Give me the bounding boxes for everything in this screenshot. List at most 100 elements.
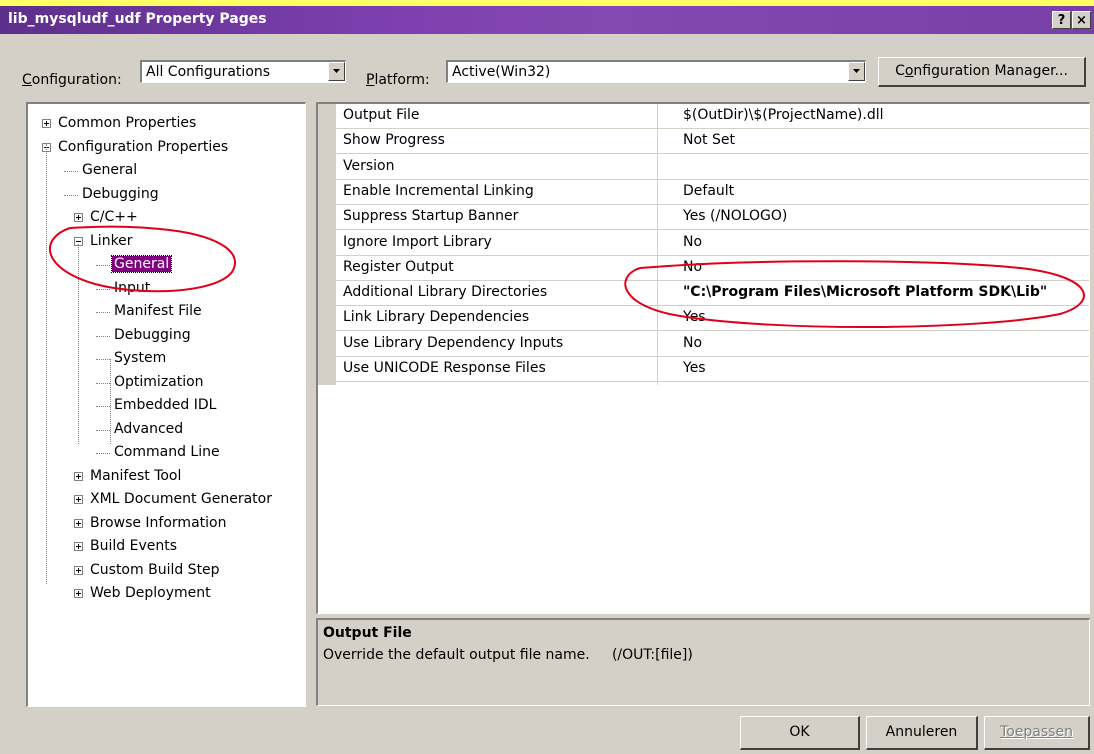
property-value[interactable]: Yes: [683, 360, 706, 376]
tree-connector: [96, 453, 110, 454]
chevron-down-icon[interactable]: [848, 62, 865, 81]
platform-label-accel: P: [366, 72, 375, 88]
tree-connector: [96, 288, 110, 290]
property-value[interactable]: No: [683, 259, 702, 275]
expand-icon[interactable]: [74, 565, 83, 575]
tree-item-label: System: [114, 350, 167, 366]
title-bar: lib_mysqludf_udf Property Pages ? ×: [0, 6, 1094, 34]
tree-item-label: Debugging: [82, 185, 159, 202]
tree-item-label: Manifest File: [114, 303, 202, 319]
property-value[interactable]: No: [683, 335, 702, 351]
configuration-label: Configuration:: [22, 72, 122, 88]
tree-connector: [96, 429, 110, 431]
tree-item-label: Manifest Tool: [90, 467, 182, 484]
window-title: lib_mysqludf_udf Property Pages: [8, 11, 267, 27]
tree-connector: [96, 335, 110, 337]
property-row[interactable]: Enable Incremental Linking Default: [336, 180, 1089, 205]
expand-icon[interactable]: [74, 518, 83, 528]
description-title: Output File: [323, 625, 412, 641]
platform-value: Active(Win32): [452, 64, 551, 80]
expand-icon[interactable]: [74, 213, 83, 222]
platform-dropdown[interactable]: Active(Win32): [446, 60, 866, 83]
tree-item-label: Configuration Properties: [58, 138, 229, 155]
property-name: Show Progress: [343, 132, 445, 149]
tree-item-label: Web Deployment: [90, 585, 211, 601]
configuration-label-accel: C: [22, 72, 32, 88]
configuration-manager-button[interactable]: Configuration Manager...: [878, 57, 1086, 87]
property-name: Use UNICODE Response Files: [343, 360, 546, 376]
property-name: Output File: [343, 107, 420, 123]
apply-label: Toepassen: [1000, 724, 1073, 740]
property-name: Suppress Startup Banner: [343, 208, 519, 225]
tree-item-label: Custom Build Step: [90, 561, 220, 578]
tree-item-label: Embedded IDL: [114, 397, 217, 413]
tree-connector: [96, 312, 110, 313]
expand-icon[interactable]: [42, 119, 51, 128]
tree-connector: [46, 144, 47, 584]
property-value[interactable]: $(OutDir)\$(ProjectName).dll: [683, 107, 884, 123]
property-row[interactable]: Link Library Dependencies Yes: [336, 306, 1089, 332]
tree-item-label: Build Events: [90, 538, 177, 554]
property-row[interactable]: Show Progress Not Set: [336, 129, 1089, 155]
cancel-button[interactable]: Annuleren: [866, 716, 978, 750]
tree-item-label: Optimization: [114, 373, 204, 390]
tree-item-label: General: [110, 255, 173, 273]
property-name: Link Library Dependencies: [343, 309, 530, 326]
expand-icon[interactable]: [74, 589, 83, 598]
expand-icon[interactable]: [74, 542, 83, 551]
tree-connector: [64, 171, 78, 172]
property-row[interactable]: Suppress Startup Banner Yes (/NOLOGO): [336, 205, 1089, 231]
property-name: Enable Incremental Linking: [343, 182, 534, 199]
property-value[interactable]: Default: [683, 183, 734, 199]
apply-button[interactable]: Toepassen: [984, 716, 1090, 750]
tree-connector: [96, 406, 110, 407]
tree-item-label: Linker: [90, 232, 133, 249]
property-name: Ignore Import Library: [343, 233, 492, 250]
property-name: Additional Library Directories: [343, 284, 548, 301]
property-row[interactable]: Version: [336, 155, 1089, 180]
expand-icon[interactable]: [74, 495, 83, 504]
grid-gutter: [318, 104, 336, 385]
platform-label: Platform:: [366, 72, 430, 88]
expand-icon[interactable]: [74, 471, 83, 481]
tree-item-label: Input: [114, 279, 151, 296]
property-value[interactable]: Yes: [683, 309, 706, 325]
chevron-down-icon[interactable]: [328, 62, 345, 81]
property-name: Register Output: [343, 258, 454, 275]
tree-item-label: Common Properties: [58, 115, 197, 131]
property-pages-dialog: lib_mysqludf_udf Property Pages ? × Conf…: [0, 6, 1094, 754]
tree-connector: [96, 265, 110, 266]
ok-button[interactable]: OK: [740, 716, 860, 750]
tree-connector: [110, 359, 111, 444]
tree-item-label: Browse Information: [90, 514, 227, 531]
configuration-dropdown[interactable]: All Configurations: [140, 60, 346, 83]
tree-connector: [96, 382, 110, 384]
tree-item-label: Advanced: [114, 420, 184, 437]
property-name: Version: [343, 157, 395, 174]
property-tree: Common Properties Configuration Propertie…: [26, 102, 306, 707]
property-row[interactable]: Use UNICODE Response Files Yes: [336, 357, 1089, 382]
tree-connector: [96, 359, 110, 360]
property-value[interactable]: No: [683, 234, 702, 250]
property-row[interactable]: Ignore Import Library No: [336, 231, 1089, 256]
tree-item-label: General: [82, 162, 138, 178]
close-button[interactable]: ×: [1072, 11, 1091, 29]
property-grid: Output File $(OutDir)\$(ProjectName).dll S…: [316, 102, 1090, 614]
description-panel: Output File Override the default output …: [316, 618, 1090, 706]
property-value[interactable]: Yes (/NOLOGO): [683, 208, 787, 224]
property-value[interactable]: Not Set: [683, 132, 735, 148]
property-value[interactable]: "C:\Program Files\Microsoft Platform SDK…: [683, 284, 1047, 300]
tree-item-label: C/C++: [90, 209, 138, 225]
property-row[interactable]: Register Output No: [336, 256, 1089, 281]
property-row[interactable]: Use Library Dependency Inputs No: [336, 332, 1089, 357]
property-row[interactable]: Output File $(OutDir)\$(ProjectName).dll: [336, 104, 1089, 129]
tree-item-label: Debugging: [114, 326, 191, 343]
description-text: Override the default output file name. (…: [323, 647, 693, 663]
tree-item-label: Command Line: [114, 444, 220, 460]
property-name: Use Library Dependency Inputs: [343, 334, 564, 351]
tree-item-label: XML Document Generator: [90, 491, 272, 507]
tree-connector: [78, 244, 79, 444]
help-button[interactable]: ?: [1052, 11, 1071, 29]
property-row[interactable]: Additional Library Directories "C:\Progra…: [336, 281, 1089, 307]
configuration-value: All Configurations: [146, 64, 271, 80]
